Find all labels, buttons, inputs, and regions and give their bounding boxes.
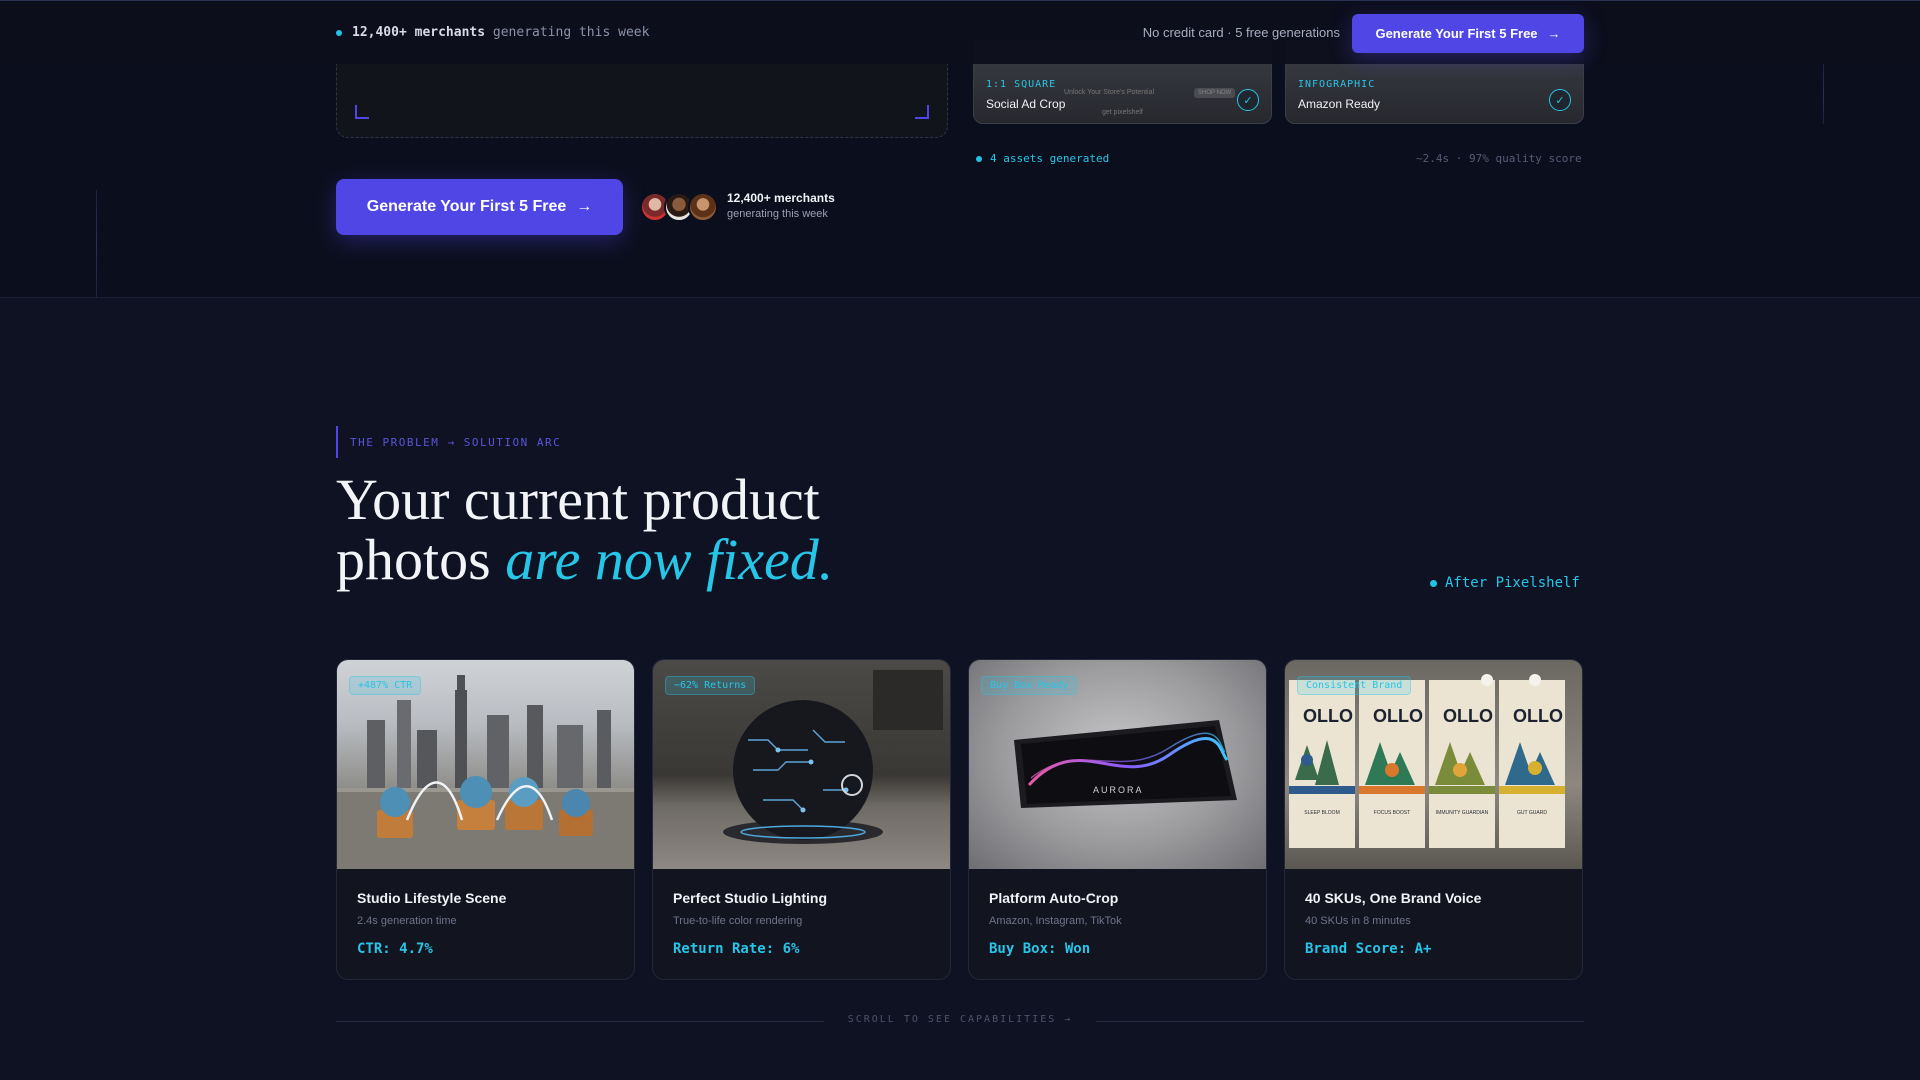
box-brand-label: OLLO xyxy=(1513,706,1563,726)
live-dot-icon xyxy=(336,29,342,36)
avatar xyxy=(688,192,718,222)
card-metric: CTR: 4.7% xyxy=(357,941,433,957)
card-subtitle: Amazon, Instagram, TikTok xyxy=(989,915,1122,927)
social-proof-sub: generating this week xyxy=(727,208,828,220)
headline-accent: are now fixed. xyxy=(505,527,834,592)
card-subtitle: 40 SKUs in 8 minutes xyxy=(1305,915,1411,927)
card-badge: −62% Returns xyxy=(665,676,756,695)
check-icon: ✓ xyxy=(1237,89,1259,111)
card-title: Perfect Studio Lighting xyxy=(673,890,827,906)
headline-line-2-plain: photos xyxy=(336,527,491,592)
box-variant-label: GUT GUARD xyxy=(1517,810,1547,816)
assets-generated-label: 4 assets generated xyxy=(990,152,1110,165)
social-proof-count: 12,400+ merchants xyxy=(727,191,835,205)
live-indicator: 12,400+ merchants generating this week xyxy=(336,25,649,40)
hero-cta-label: Generate Your First 5 Free xyxy=(366,198,567,215)
topbar-note: No credit card · 5 free generations xyxy=(1142,25,1340,40)
card-metric: Buy Box: Won xyxy=(989,941,1091,957)
box-brand-label: OLLO xyxy=(1303,706,1353,726)
decorative-line xyxy=(96,190,97,298)
social-proof: 12,400+ merchants generating this week xyxy=(727,191,835,220)
dropzone-corner xyxy=(915,105,929,119)
card-title: Platform Auto-Crop xyxy=(989,890,1119,906)
hero-cta-button[interactable]: Generate Your First 5 Free → xyxy=(336,179,623,235)
feature-card[interactable]: OLLO OLLO OLLO OLLO SLEEP BLOOM FOCUS BO… xyxy=(1284,659,1583,980)
card-metric: Return Rate: 6% xyxy=(673,941,800,957)
feature-card[interactable]: AURORA Buy Box Ready Platform Auto-Crop … xyxy=(968,659,1267,980)
box-variant-label: IMMUNITY GUARDIAN xyxy=(1435,810,1489,816)
dropzone-corner xyxy=(355,105,369,119)
sticky-topbar: 12,400+ merchants generating this week N… xyxy=(0,0,1920,64)
card-metric: Brand Score: A+ xyxy=(1305,941,1432,957)
assets-generated-status: 4 assets generated xyxy=(976,152,1109,165)
card-title: Studio Lifestyle Scene xyxy=(357,890,507,906)
asset-tag: 1:1 SQUARE xyxy=(986,79,1057,90)
live-suffix: generating this week xyxy=(492,25,650,40)
after-label-text: After Pixelshelf xyxy=(1445,575,1580,591)
asset-preview-text: Unlock Your Store's Potential xyxy=(1064,89,1155,96)
card-badge: Consistent Brand xyxy=(1297,676,1412,695)
card-subtitle: True-to-life color rendering xyxy=(673,915,803,927)
decorative-line xyxy=(1823,64,1824,124)
card-subtitle: 2.4s generation time xyxy=(357,915,457,927)
asset-preview-url: get pixelshelf xyxy=(1102,109,1143,116)
scroll-hint-label: SCROLL TO SEE CAPABILITIES → xyxy=(847,1014,1073,1025)
tablet-label: AURORA xyxy=(1093,785,1144,795)
asset-title: Social Ad Crop xyxy=(986,97,1066,111)
card-title: 40 SKUs, One Brand Voice xyxy=(1305,890,1482,906)
card-badge: Buy Box Ready xyxy=(981,676,1078,695)
avatar-group xyxy=(640,192,718,222)
asset-tag: INFOGRAPHIC xyxy=(1298,79,1376,90)
asset-title: Amazon Ready xyxy=(1298,97,1381,111)
live-count: 12,400+ merchants xyxy=(352,25,486,40)
topbar-cta-button[interactable]: Generate Your First 5 Free → xyxy=(1352,14,1584,53)
headline-line-1: Your current product xyxy=(336,467,820,532)
section-eyebrow: THE PROBLEM → SOLUTION ARC xyxy=(336,426,561,458)
status-dot-icon xyxy=(976,155,982,162)
box-variant-label: SLEEP BLOOM xyxy=(1304,810,1340,816)
asset-preview-button: SHOP NOW xyxy=(1194,88,1236,98)
card-badge: +487% CTR xyxy=(349,676,422,695)
after-label: After Pixelshelf xyxy=(1430,575,1580,591)
status-dot-icon xyxy=(1430,579,1437,587)
box-brand-label: OLLO xyxy=(1373,706,1423,726)
feature-card[interactable]: +487% CTR Studio Lifestyle Scene 2.4s ge… xyxy=(336,659,635,980)
arrow-right-icon: → xyxy=(1547,26,1561,41)
check-icon: ✓ xyxy=(1549,89,1571,111)
assets-stats: ~2.4s · 97% quality score xyxy=(1416,152,1582,165)
topbar-cta-label: Generate Your First 5 Free xyxy=(1375,26,1538,41)
scroll-hint: SCROLL TO SEE CAPABILITIES → xyxy=(336,1013,1584,1029)
arrow-right-icon: → xyxy=(576,198,593,215)
section-headline: Your current product photos are now fixe… xyxy=(336,470,833,590)
box-variant-label: FOCUS BOOST xyxy=(1373,810,1411,816)
feature-card[interactable]: −62% Returns Perfect Studio Lighting Tru… xyxy=(652,659,951,980)
box-brand-label: OLLO xyxy=(1443,706,1493,726)
